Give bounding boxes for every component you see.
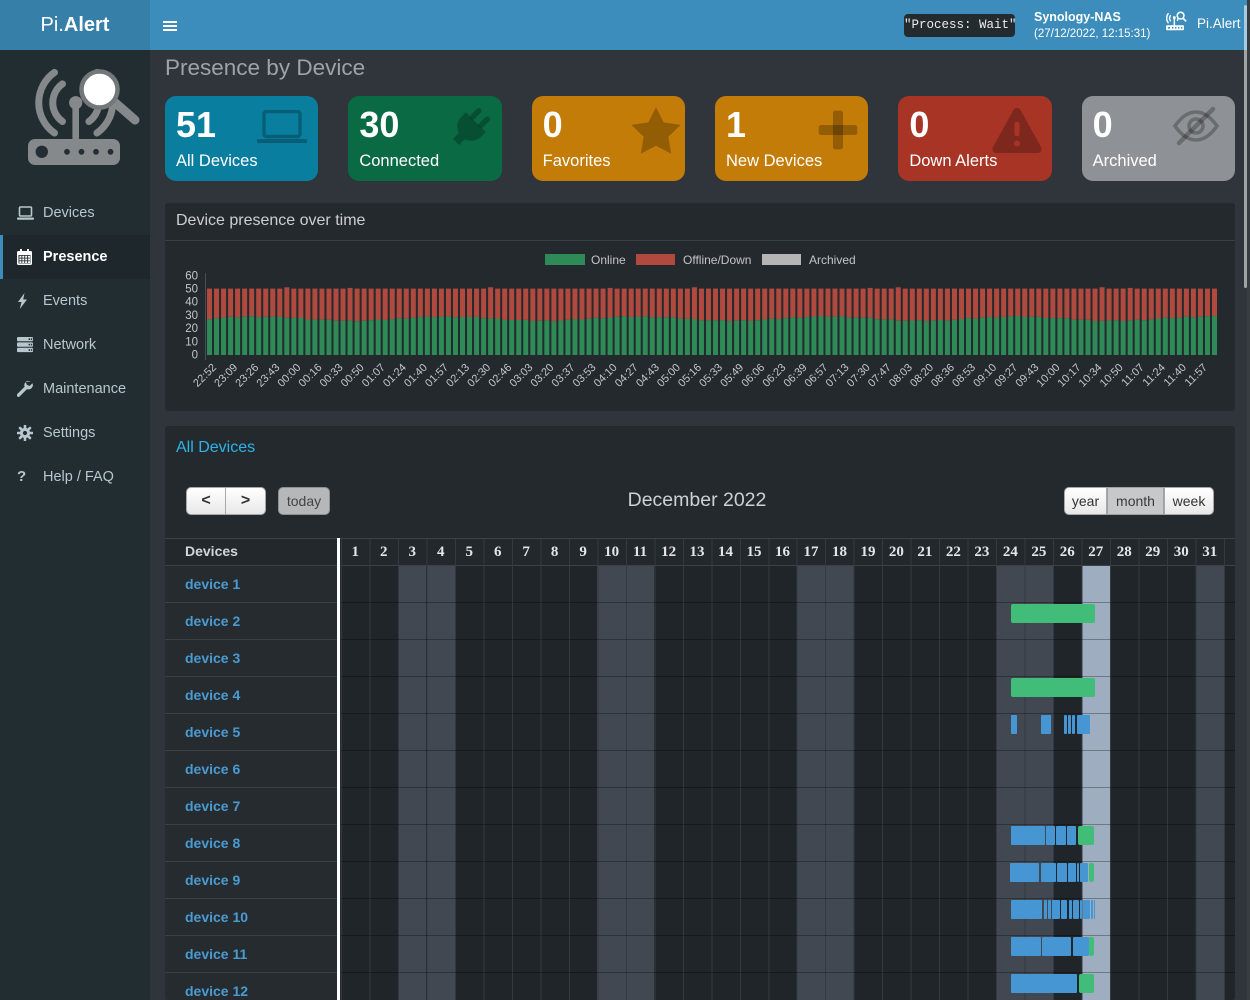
svg-text:30: 30 <box>185 310 198 322</box>
svg-text:02:46: 02:46 <box>486 362 514 390</box>
svg-text:10:50: 10:50 <box>1098 362 1126 390</box>
svg-text:22:52: 22:52 <box>191 362 219 390</box>
svg-text:00:16: 00:16 <box>297 362 325 390</box>
svg-text:11:57: 11:57 <box>1183 362 1210 389</box>
svg-text:09:43: 09:43 <box>1013 362 1041 390</box>
svg-text:23:26: 23:26 <box>233 362 261 390</box>
svg-text:11:40: 11:40 <box>1162 362 1189 389</box>
svg-text:04:27: 04:27 <box>613 362 641 390</box>
svg-text:11:07: 11:07 <box>1119 362 1146 389</box>
svg-text:00:00: 00:00 <box>275 362 303 390</box>
svg-text:03:20: 03:20 <box>528 362 556 390</box>
svg-text:10: 10 <box>185 336 198 348</box>
svg-text:06:23: 06:23 <box>760 362 788 390</box>
svg-text:00:33: 00:33 <box>318 362 346 390</box>
svg-text:20: 20 <box>185 323 198 335</box>
svg-text:09:27: 09:27 <box>992 362 1020 390</box>
svg-text:0: 0 <box>192 350 198 362</box>
svg-text:01:40: 01:40 <box>402 362 430 390</box>
svg-text:06:06: 06:06 <box>739 362 767 390</box>
svg-text:07:13: 07:13 <box>824 362 852 390</box>
svg-text:01:24: 01:24 <box>381 362 409 390</box>
svg-text:05:00: 05:00 <box>655 362 683 390</box>
svg-text:06:39: 06:39 <box>782 362 810 390</box>
svg-text:08:53: 08:53 <box>950 362 978 390</box>
svg-text:10:17: 10:17 <box>1056 362 1084 390</box>
svg-text:07:47: 07:47 <box>866 362 894 390</box>
svg-text:00:50: 00:50 <box>339 362 367 390</box>
svg-text:09:10: 09:10 <box>971 362 999 390</box>
svg-text:04:43: 04:43 <box>634 362 662 390</box>
svg-text:02:13: 02:13 <box>444 362 472 390</box>
svg-text:10:34: 10:34 <box>1077 362 1105 390</box>
svg-text:08:20: 08:20 <box>908 362 936 390</box>
svg-text:08:03: 08:03 <box>887 362 915 390</box>
svg-text:23:09: 23:09 <box>212 362 240 390</box>
svg-text:03:37: 03:37 <box>550 362 578 390</box>
svg-text:03:03: 03:03 <box>507 362 535 390</box>
svg-text:40: 40 <box>185 297 198 309</box>
svg-text:23:43: 23:43 <box>254 362 282 390</box>
svg-text:11:24: 11:24 <box>1141 362 1168 389</box>
svg-text:07:30: 07:30 <box>845 362 873 390</box>
svg-text:08:36: 08:36 <box>929 362 957 390</box>
svg-text:04:10: 04:10 <box>592 362 620 390</box>
svg-text:01:57: 01:57 <box>423 362 451 390</box>
svg-text:10:00: 10:00 <box>1035 362 1063 390</box>
svg-text:06:57: 06:57 <box>803 362 831 390</box>
svg-text:60: 60 <box>185 270 198 282</box>
svg-text:05:49: 05:49 <box>718 362 746 390</box>
svg-text:05:16: 05:16 <box>676 362 704 390</box>
svg-text:03:53: 03:53 <box>571 362 599 390</box>
svg-text:02:30: 02:30 <box>465 362 493 390</box>
svg-text:05:33: 05:33 <box>697 362 725 390</box>
svg-text:01:07: 01:07 <box>360 362 388 390</box>
svg-text:50: 50 <box>185 284 198 296</box>
